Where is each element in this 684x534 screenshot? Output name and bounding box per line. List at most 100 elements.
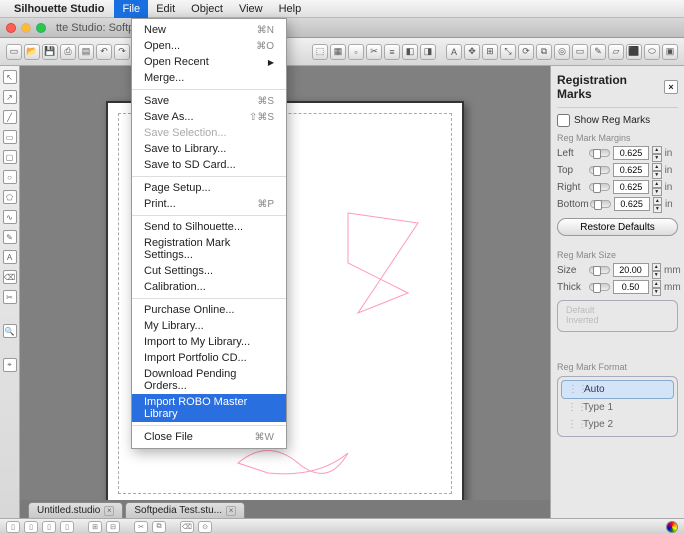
fill-color-icon[interactable]: ◧ bbox=[402, 44, 418, 60]
close-tab-icon[interactable]: × bbox=[226, 506, 236, 516]
cut-settings-icon[interactable]: ✂ bbox=[366, 44, 382, 60]
bring-forward-icon[interactable]: ▯ bbox=[42, 521, 56, 533]
menu-item-save-to-sd-card[interactable]: Save to SD Card... bbox=[132, 157, 286, 173]
offset-icon[interactable]: ◎ bbox=[554, 44, 570, 60]
menu-item-save[interactable]: Save⌘S bbox=[132, 93, 286, 109]
bring-front-icon[interactable]: ▯ bbox=[60, 521, 74, 533]
menu-item-open-recent[interactable]: Open Recent▶ bbox=[132, 54, 286, 70]
zoom-fit-icon[interactable]: ⊙ bbox=[198, 521, 212, 533]
align-icon[interactable]: ⊞ bbox=[482, 44, 498, 60]
format-type1-option[interactable]: ⋮⋮Type 1 bbox=[561, 399, 674, 416]
menu-item-save-to-library[interactable]: Save to Library... bbox=[132, 141, 286, 157]
top-margin-input[interactable] bbox=[613, 163, 649, 177]
show-reg-marks-checkbox[interactable] bbox=[557, 114, 570, 127]
menu-item-open[interactable]: Open...⌘O bbox=[132, 38, 286, 54]
ellipse-tool-icon[interactable]: ○ bbox=[3, 170, 17, 184]
freehand-tool-icon[interactable]: ✎ bbox=[3, 230, 17, 244]
doc-tab[interactable]: Softpedia Test.stu... × bbox=[125, 502, 245, 518]
send-backward-icon[interactable]: ▯ bbox=[24, 521, 38, 533]
sketch-icon[interactable]: ✎ bbox=[590, 44, 606, 60]
menu-help[interactable]: Help bbox=[271, 0, 310, 18]
window-zoom-button[interactable] bbox=[36, 23, 46, 33]
open-icon[interactable]: 📂 bbox=[24, 44, 40, 60]
size-input[interactable] bbox=[613, 263, 649, 277]
menu-item-cut-settings[interactable]: Cut Settings... bbox=[132, 263, 286, 279]
send-back-icon[interactable]: ▯ bbox=[6, 521, 20, 533]
window-close-button[interactable] bbox=[6, 23, 16, 33]
bottom-margin-input[interactable] bbox=[614, 197, 650, 211]
size-stepper[interactable]: ▲▼ bbox=[652, 263, 662, 277]
thick-slider[interactable] bbox=[589, 283, 610, 291]
crop-icon[interactable]: ⬛ bbox=[626, 44, 642, 60]
zoom-tool-icon[interactable]: 🔍 bbox=[3, 324, 17, 338]
left-margin-input[interactable] bbox=[613, 146, 649, 160]
cut-icon[interactable]: ✂ bbox=[134, 521, 148, 533]
format-type2-option[interactable]: ⋮⋮Type 2 bbox=[561, 416, 674, 433]
menu-item-import-portfolio-cd[interactable]: Import Portfolio CD... bbox=[132, 350, 286, 366]
menu-item-send-to-silhouette[interactable]: Send to Silhouette... bbox=[132, 219, 286, 235]
doc-tab[interactable]: Untitled.studio × bbox=[28, 502, 123, 518]
menu-item-purchase-online[interactable]: Purchase Online... bbox=[132, 302, 286, 318]
menu-item-page-setup[interactable]: Page Setup... bbox=[132, 180, 286, 196]
eraser-tool-icon[interactable]: ⌫ bbox=[3, 270, 17, 284]
nesting-icon[interactable]: ▣ bbox=[662, 44, 678, 60]
rotate-icon[interactable]: ⟳ bbox=[518, 44, 534, 60]
close-panel-icon[interactable]: × bbox=[664, 80, 678, 94]
line-tool-icon[interactable]: ╱ bbox=[3, 110, 17, 124]
rect-tool-icon[interactable]: ▭ bbox=[3, 130, 17, 144]
menu-item-print[interactable]: Print...⌘P bbox=[132, 196, 286, 212]
format-auto-option[interactable]: ⋮⋮Auto bbox=[561, 380, 674, 399]
thick-stepper[interactable]: ▲▼ bbox=[652, 280, 662, 294]
save-icon[interactable]: 💾 bbox=[42, 44, 58, 60]
ungroup-icon[interactable]: ⊟ bbox=[106, 521, 120, 533]
menu-item-calibration[interactable]: Calibration... bbox=[132, 279, 286, 295]
menu-item-my-library[interactable]: My Library... bbox=[132, 318, 286, 334]
copy-icon[interactable]: ⧉ bbox=[152, 521, 166, 533]
top-margin-stepper[interactable]: ▲▼ bbox=[652, 163, 662, 177]
menu-item-import-robo-master-library[interactable]: Import ROBO Master Library bbox=[132, 394, 286, 422]
left-margin-slider[interactable] bbox=[589, 149, 610, 157]
page-setup-icon[interactable]: ⬚ bbox=[312, 44, 328, 60]
menu-file[interactable]: File bbox=[114, 0, 148, 18]
text-tool-icon[interactable]: A bbox=[3, 250, 17, 264]
edit-points-tool-icon[interactable]: ↗ bbox=[3, 90, 17, 104]
grid-icon[interactable]: ▦ bbox=[330, 44, 346, 60]
scale-icon[interactable]: ⤡ bbox=[500, 44, 516, 60]
replicate-icon[interactable]: ⧉ bbox=[536, 44, 552, 60]
size-slider[interactable] bbox=[589, 266, 610, 274]
right-margin-slider[interactable] bbox=[589, 183, 610, 191]
menu-item-save-as[interactable]: Save As...⇧⌘S bbox=[132, 109, 286, 125]
reg-marks-icon[interactable]: ▫ bbox=[348, 44, 364, 60]
thick-input[interactable] bbox=[613, 280, 649, 294]
menu-item-new[interactable]: New⌘N bbox=[132, 22, 286, 38]
bottom-margin-stepper[interactable]: ▲▼ bbox=[653, 197, 662, 211]
color-picker-icon[interactable] bbox=[666, 521, 678, 533]
right-margin-input[interactable] bbox=[613, 180, 649, 194]
weld-icon[interactable]: ⬭ bbox=[644, 44, 660, 60]
menu-item-download-pending-orders[interactable]: Download Pending Orders... bbox=[132, 366, 286, 394]
knife-tool-icon[interactable]: ✂ bbox=[3, 290, 17, 304]
menu-view[interactable]: View bbox=[231, 0, 271, 18]
menu-item-registration-mark-settings[interactable]: Registration Mark Settings... bbox=[132, 235, 286, 263]
menu-item-close-file[interactable]: Close File⌘W bbox=[132, 429, 286, 445]
curve-tool-icon[interactable]: ∿ bbox=[3, 210, 17, 224]
eyedropper-tool-icon[interactable]: ⌖ bbox=[3, 358, 17, 372]
restore-defaults-button[interactable]: Restore Defaults bbox=[557, 218, 678, 236]
line-color-icon[interactable]: ◨ bbox=[420, 44, 436, 60]
select-tool-icon[interactable]: ↖ bbox=[3, 70, 17, 84]
menu-item-import-to-my-library[interactable]: Import to My Library... bbox=[132, 334, 286, 350]
undo-icon[interactable]: ↶ bbox=[96, 44, 112, 60]
bottom-margin-slider[interactable] bbox=[590, 200, 611, 208]
redo-icon[interactable]: ↷ bbox=[114, 44, 130, 60]
menu-object[interactable]: Object bbox=[183, 0, 231, 18]
transform-icon[interactable]: ✥ bbox=[464, 44, 480, 60]
trace-icon[interactable]: ▭ bbox=[572, 44, 588, 60]
text-style-icon[interactable]: A bbox=[446, 44, 462, 60]
window-minimize-button[interactable] bbox=[21, 23, 31, 33]
close-tab-icon[interactable]: × bbox=[104, 506, 114, 516]
top-margin-slider[interactable] bbox=[589, 166, 610, 174]
library-icon[interactable]: ▤ bbox=[78, 44, 94, 60]
right-margin-stepper[interactable]: ▲▼ bbox=[652, 180, 662, 194]
rounded-rect-tool-icon[interactable]: ▢ bbox=[3, 150, 17, 164]
polygon-tool-icon[interactable]: ⬠ bbox=[3, 190, 17, 204]
